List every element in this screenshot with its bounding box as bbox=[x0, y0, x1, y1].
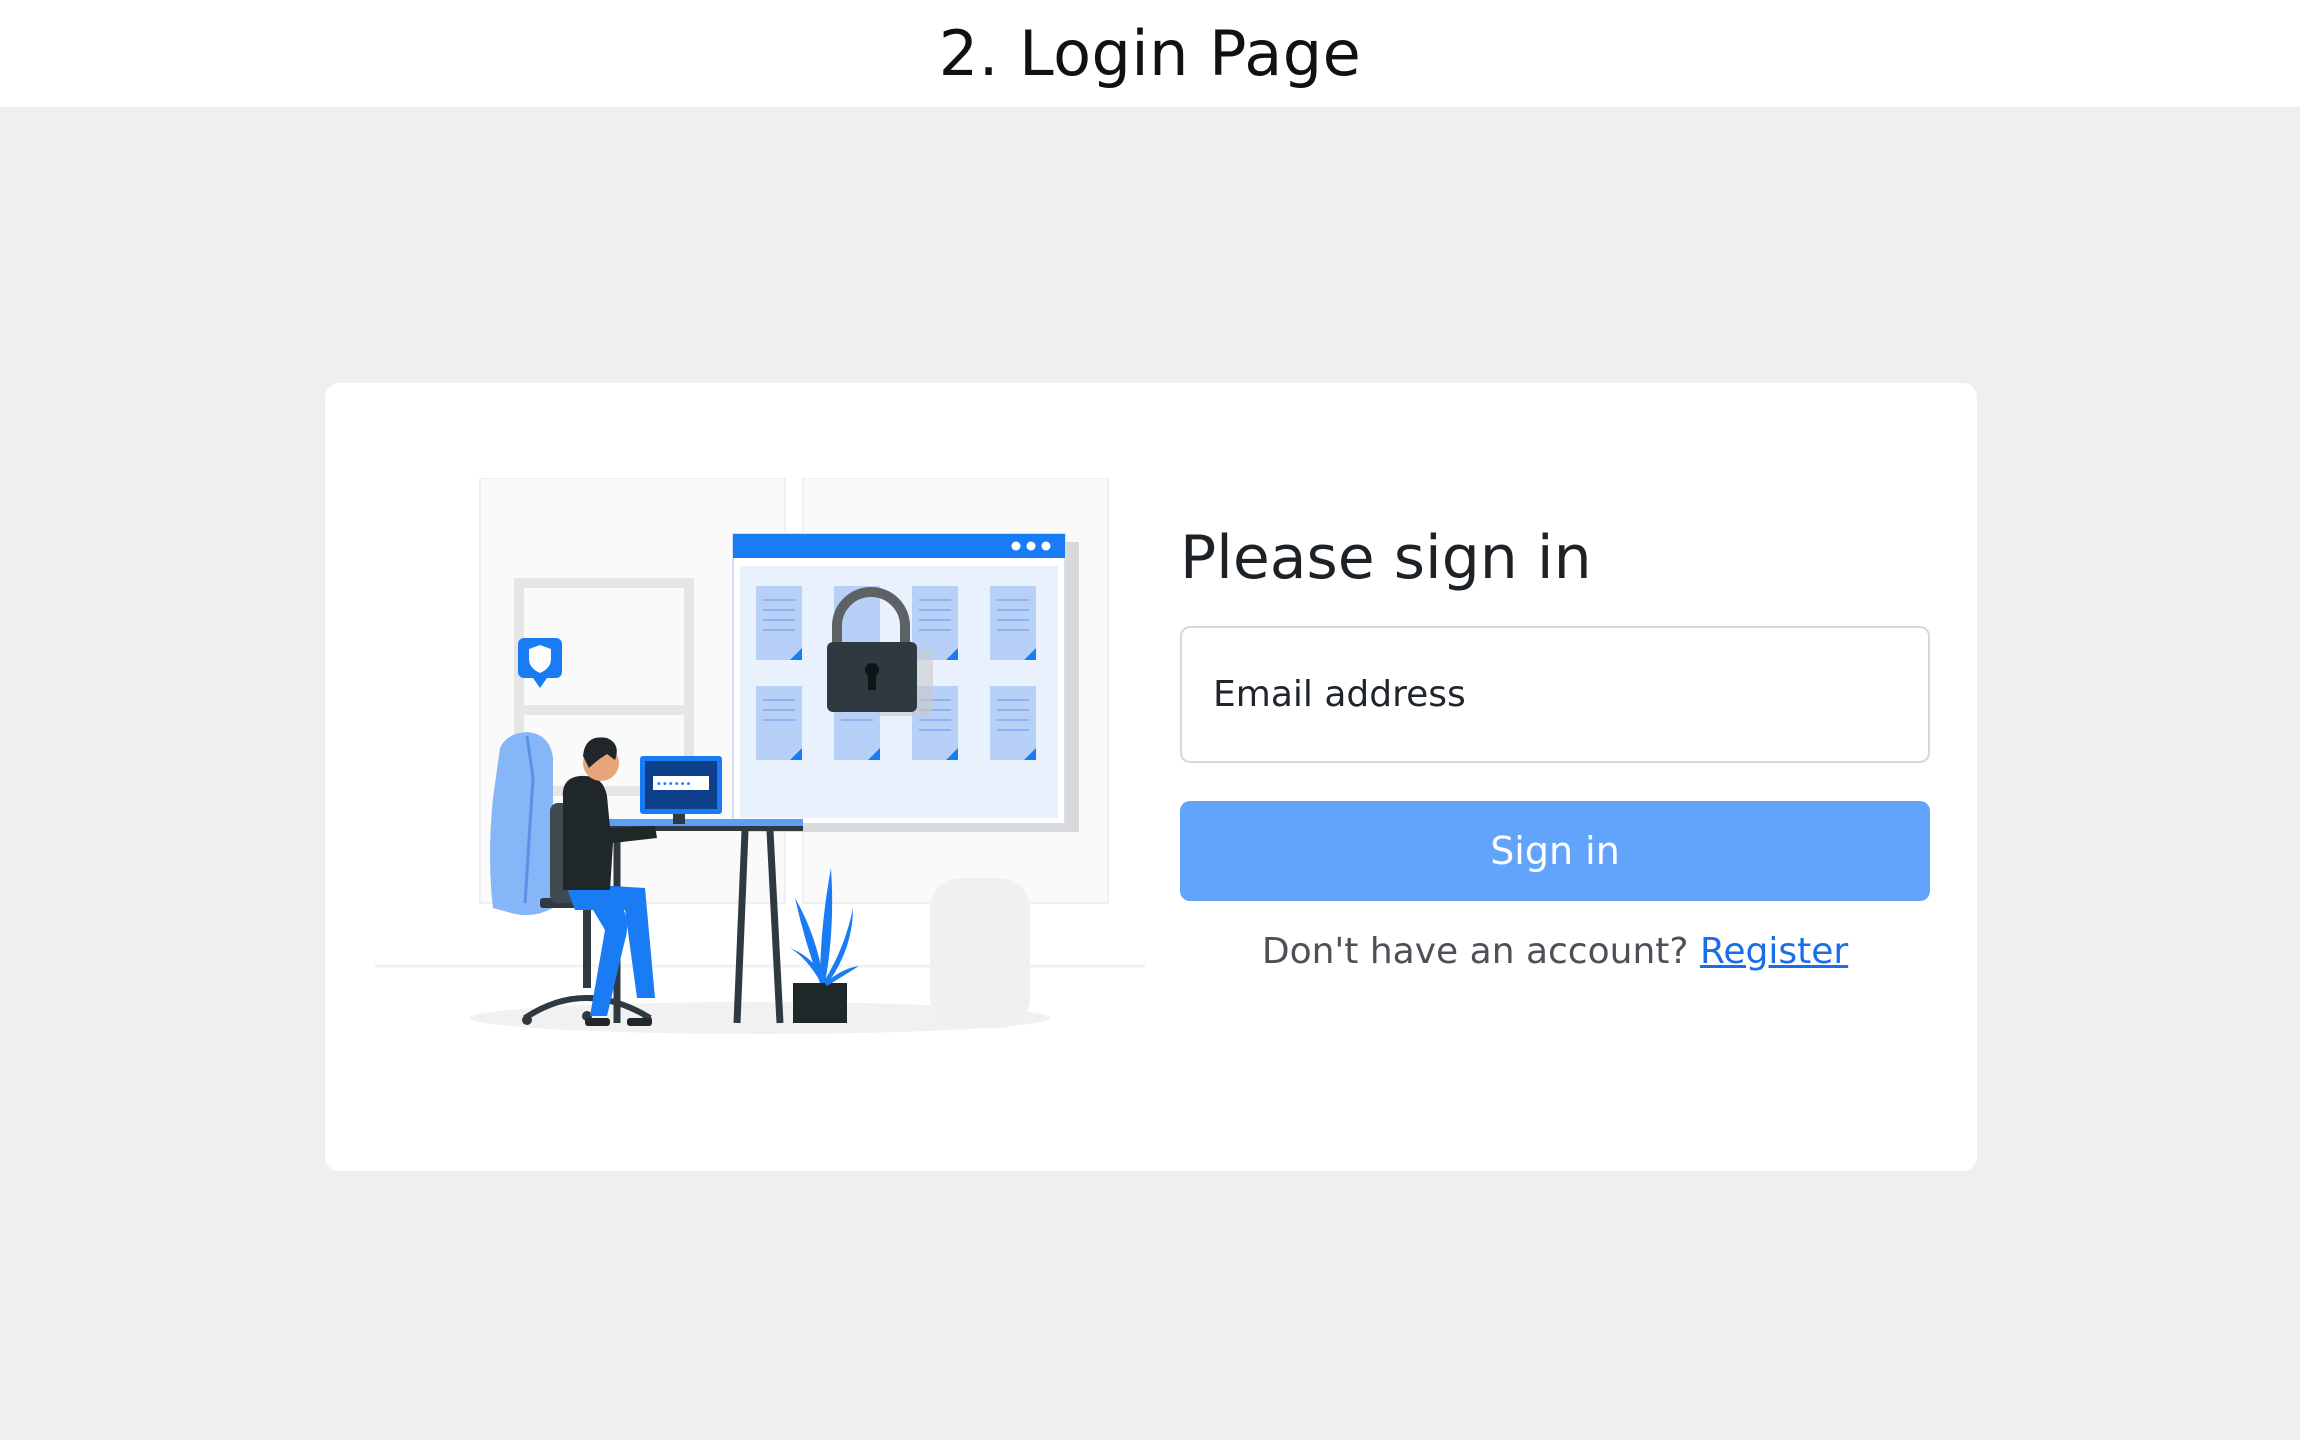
page-header: 2. Login Page bbox=[0, 0, 2300, 107]
register-prompt-text: Don't have an account? bbox=[1261, 931, 1689, 972]
sign-in-button[interactable]: Sign in bbox=[1180, 801, 1930, 901]
content-area: •••••• Please sign in Email address Sign… bbox=[0, 107, 2300, 1440]
login-card: •••••• Please sign in Email address Sign… bbox=[325, 383, 1977, 1171]
register-link[interactable]: Register bbox=[1700, 931, 1848, 972]
register-prompt: Don't have an account? Register bbox=[1180, 931, 1930, 972]
form-title: Please sign in bbox=[1180, 523, 1592, 593]
svg-text:••••••: •••••• bbox=[656, 779, 691, 790]
email-field[interactable]: Email address bbox=[1180, 626, 1930, 763]
login-form: Please sign in Email address Sign in Don… bbox=[1180, 528, 1930, 972]
email-field-label: Email address bbox=[1213, 674, 1466, 715]
security-illustration: •••••• bbox=[375, 478, 1145, 1034]
page-heading: 2. Login Page bbox=[938, 17, 1362, 90]
